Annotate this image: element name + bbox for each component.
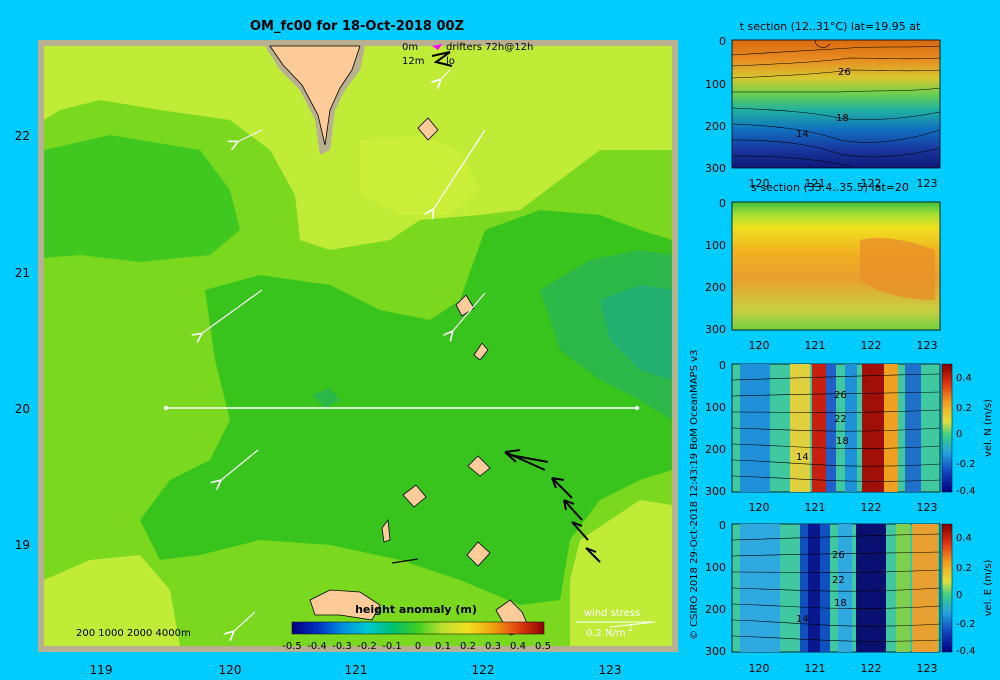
panel-x-tick: 121 (805, 339, 826, 352)
panel-y-tick: 100 (705, 239, 726, 252)
copyright-text: © CSIRO 2018 29-Oct-2018 12:43:19 BoM Oc… (689, 350, 700, 640)
contour-label: 14 (796, 614, 809, 625)
colorbar-tick: 0.1 (435, 641, 451, 652)
vel-cbar-label: vel. N (m/s) (983, 399, 994, 457)
map-x-tick: 119 (90, 663, 113, 677)
panel-x-tick: 122 (861, 501, 882, 514)
section-panel-temperature: t section (12..31°C) lat=19.95 at 26 18 … (705, 20, 941, 190)
panel-y-tick: 300 (705, 485, 726, 498)
panel-y-tick: 200 (705, 443, 726, 456)
panel-y-tick: 200 (705, 281, 726, 294)
map-y-tick: 22 (15, 129, 30, 143)
legend-drifters-label: drifters 72h@12h (446, 42, 533, 53)
legend-depth-0: 0m (402, 42, 418, 53)
section-panel-salinity: s section (33.4..35.5) lat=20 0 100 200 … (705, 181, 941, 352)
contour-label: 18 (834, 598, 847, 609)
panel-title: t section (12..31°C) lat=19.95 at (740, 20, 921, 33)
colorbar-tick: 0.2 (460, 641, 476, 652)
panel-y-tick: 200 (705, 120, 726, 133)
panel-x-tick: 120 (749, 339, 770, 352)
colorbar-tick: -0.5 (282, 641, 302, 652)
colorbar-tick: -0.2 (357, 641, 377, 652)
panel-y-tick: 0 (719, 359, 726, 372)
main-map: 0m drifters 72h@12h 12m lo 200 1000 2000… (15, 40, 678, 677)
panel-y-tick: 300 (705, 323, 726, 336)
contour-label: 22 (832, 575, 845, 586)
panel-y-tick: 100 (705, 401, 726, 414)
section-panel-vel-n: 26 22 18 14 0.4 0.2 0 -0.2 -0.4 vel. N (… (705, 359, 994, 514)
map-x-tick: 120 (219, 663, 242, 677)
vel-cbar-label: vel. E (m/s) (983, 559, 994, 616)
panel-x-tick: 120 (749, 662, 770, 675)
panel-y-tick: 0 (719, 35, 726, 48)
colorbar-tick: -0.1 (382, 641, 402, 652)
vel-cbar-tick: -0.2 (956, 459, 976, 470)
map-x-tick: 123 (599, 663, 622, 677)
vel-cbar-tick: -0.4 (956, 486, 976, 497)
ocean-forecast-figure: OM_fc00 for 18-Oct-2018 00Z 0m drifters … (0, 0, 1000, 680)
contour-label: 18 (836, 113, 849, 124)
colorbar-tick: 0.4 (510, 641, 526, 652)
vel-cbar-tick: 0.2 (956, 403, 972, 414)
panel-y-tick: 100 (705, 561, 726, 574)
map-y-tick: 19 (15, 538, 30, 552)
colorbar-tick: 0.5 (535, 641, 551, 652)
map-x-tick: 121 (345, 663, 368, 677)
contour-label: 14 (796, 129, 809, 140)
panel-x-tick: 123 (917, 662, 938, 675)
colorbar-tick: -0.4 (307, 641, 327, 652)
panel-y-tick: 100 (705, 78, 726, 91)
contour-label: 22 (834, 414, 847, 425)
depth-contour-legend: 200 1000 2000 4000m (76, 628, 191, 639)
panel-x-tick: 122 (861, 662, 882, 675)
panel-y-tick: 0 (719, 519, 726, 532)
panel-x-tick: 122 (861, 339, 882, 352)
panel-y-tick: 300 (705, 162, 726, 175)
panel-y-tick: 200 (705, 603, 726, 616)
panel-y-tick: 0 (719, 197, 726, 210)
panel-title: s section (33.4..35.5) lat=20 (751, 181, 909, 194)
figure-canvas: OM_fc00 for 18-Oct-2018 00Z 0m drifters … (15, 19, 994, 677)
map-y-tick: 21 (15, 266, 30, 280)
panel-x-tick: 121 (805, 501, 826, 514)
section-panel-vel-e: 26 22 18 14 0.4 0.2 0 -0.2 -0.4 vel. E (… (705, 519, 994, 675)
panel-x-tick: 120 (749, 501, 770, 514)
wind-stress-label: wind stress (584, 608, 640, 619)
vel-cbar-tick: 0.4 (956, 533, 972, 544)
map-x-tick: 122 (472, 663, 495, 677)
panel-x-tick: 121 (805, 662, 826, 675)
map-y-tick: 20 (15, 402, 30, 416)
vel-cbar-tick: -0.4 (956, 646, 976, 657)
panel-x-tick: 123 (917, 501, 938, 514)
contour-label: 14 (796, 452, 809, 463)
vel-cbar-tick: 0.4 (956, 373, 972, 384)
panel-x-tick: 123 (917, 339, 938, 352)
colorbar-tick: -0.3 (332, 641, 352, 652)
colorbar-title: height anomaly (m) (355, 603, 477, 616)
figure-title: OM_fc00 for 18-Oct-2018 00Z (250, 19, 464, 34)
contour-label: 26 (834, 390, 847, 401)
vel-cbar-tick: 0.2 (956, 563, 972, 574)
colorbar-tick: 0 (415, 641, 421, 652)
wind-stress-scale-value: 0.2 N/m (586, 628, 626, 639)
vel-cbar-tick: 0 (956, 590, 962, 601)
contour-label: 18 (836, 436, 849, 447)
contour-label: 26 (838, 67, 851, 78)
vel-cbar-tick: -0.2 (956, 619, 976, 630)
panel-y-tick: 300 (705, 645, 726, 658)
colorbar-tick: 0.3 (485, 641, 501, 652)
panel-x-tick: 123 (917, 177, 938, 190)
vel-cbar-tick: 0 (956, 429, 962, 440)
legend-depth-12: 12m (402, 56, 424, 67)
contour-label: 26 (832, 550, 845, 561)
